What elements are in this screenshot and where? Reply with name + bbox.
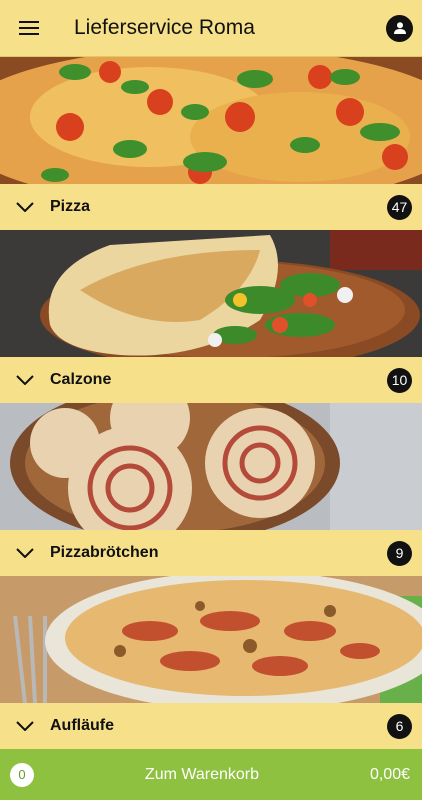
item-count-badge: 9 bbox=[387, 540, 412, 566]
category-label: Calzone bbox=[50, 371, 112, 388]
category-bar[interactable]: Aufläufe 6 bbox=[0, 703, 422, 749]
category-pizzabroetchen[interactable]: Pizzabrötchen 9 bbox=[0, 403, 422, 576]
category-bar[interactable]: Pizza 47 bbox=[0, 184, 422, 230]
item-count-badge: 6 bbox=[387, 713, 412, 739]
chevron-down-icon bbox=[0, 721, 50, 731]
item-count-badge: 47 bbox=[387, 194, 412, 220]
category-bar[interactable]: Pizzabrötchen 9 bbox=[0, 530, 422, 576]
category-label: Pizza bbox=[50, 198, 91, 215]
pizza-rolls-photo[interactable] bbox=[0, 403, 422, 530]
category-bar[interactable]: Calzone 10 bbox=[0, 357, 422, 403]
app-title: Lieferservice Roma bbox=[74, 16, 255, 39]
account-button[interactable] bbox=[386, 14, 413, 42]
user-icon bbox=[393, 22, 406, 34]
cart-button[interactable]: 0 Zum Warenkorb 0,00€ bbox=[0, 749, 422, 800]
cart-count-badge: 0 bbox=[10, 762, 34, 787]
item-count-badge: 10 bbox=[387, 367, 412, 393]
chevron-down-icon bbox=[0, 202, 50, 212]
chevron-down-icon bbox=[0, 375, 50, 385]
category-calzone[interactable]: Calzone 10 bbox=[0, 230, 422, 403]
app-header: Lieferservice Roma bbox=[0, 0, 422, 57]
pizza-photo[interactable] bbox=[0, 57, 422, 184]
calzone-photo[interactable] bbox=[0, 230, 422, 357]
casserole-photo[interactable] bbox=[0, 576, 422, 703]
category-auflaeufe[interactable]: Aufläufe 6 bbox=[0, 576, 422, 749]
cart-label: Zum Warenkorb bbox=[144, 765, 260, 783]
category-pizza[interactable]: Pizza 47 bbox=[0, 57, 422, 230]
category-label: Aufläufe bbox=[50, 717, 114, 734]
menu-button[interactable] bbox=[0, 0, 57, 57]
hamburger-menu-icon bbox=[18, 21, 39, 35]
cart-total: 0,00€ bbox=[369, 765, 410, 783]
category-label: Pizzabrötchen bbox=[50, 544, 159, 561]
chevron-down-icon bbox=[0, 548, 50, 558]
